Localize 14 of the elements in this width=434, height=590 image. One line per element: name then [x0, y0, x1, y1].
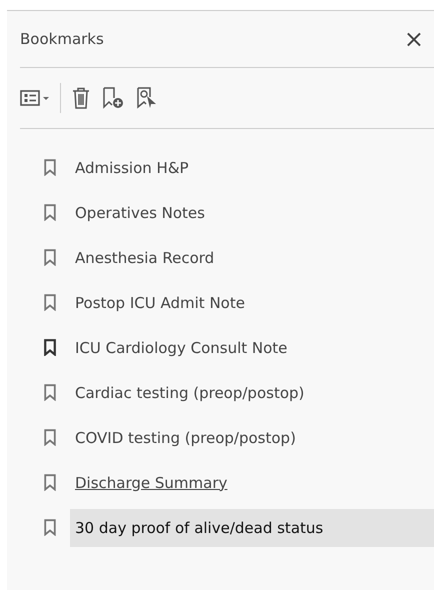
close-button[interactable]: ×	[394, 27, 434, 51]
bookmark-item[interactable]: Cardiac testing (preop/postop)	[70, 374, 434, 412]
bookmark-item[interactable]: Anesthesia Record	[70, 238, 434, 276]
bookmark-item[interactable]: 30 day proof of alive/dead status	[70, 508, 434, 546]
bookmark-item[interactable]: Operatives Notes	[70, 194, 434, 232]
bookmark-item[interactable]: COVID testing (preop/postop)	[70, 418, 434, 456]
bookmark-item[interactable]: Admission H&P	[70, 148, 434, 186]
bookmark-item[interactable]: Discharge Summary	[70, 464, 234, 502]
bookmark-item[interactable]: ICU Cardiology Consult Note	[70, 328, 434, 366]
delete-button[interactable]	[71, 87, 91, 109]
add-bookmark-button[interactable]	[101, 87, 125, 109]
options-menu-button[interactable]	[20, 89, 50, 107]
bookmark-item[interactable]: Postop ICU Admit Note	[70, 284, 434, 322]
panel-title: Bookmarks	[20, 30, 104, 48]
